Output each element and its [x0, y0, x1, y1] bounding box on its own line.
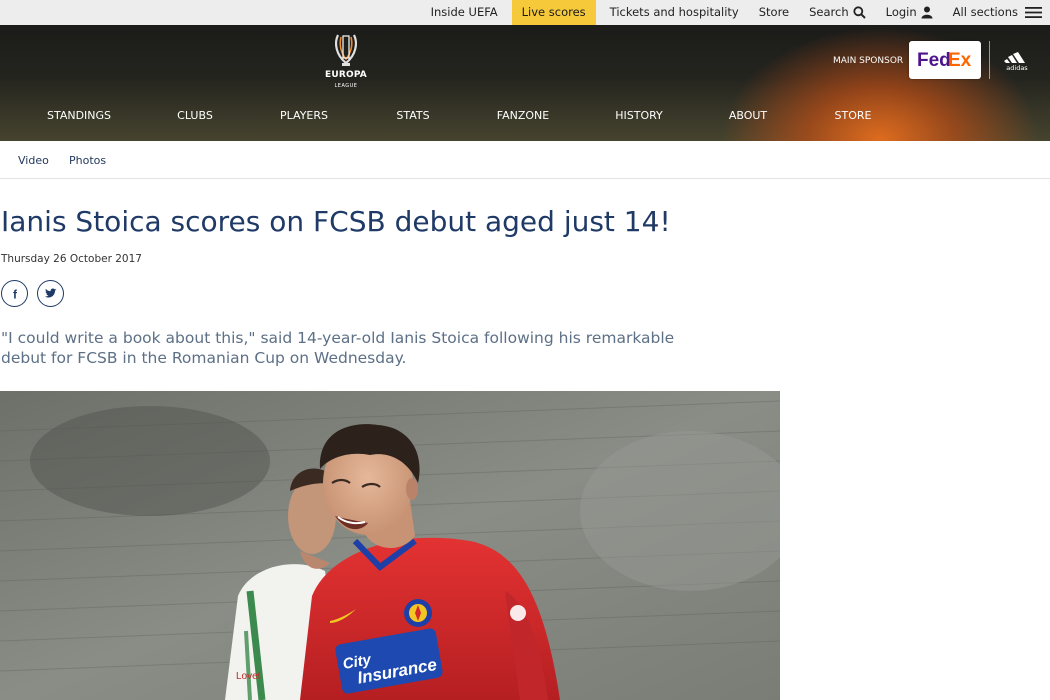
adidas-text: adidas — [1006, 64, 1028, 71]
all-sections-label: All sections — [952, 5, 1018, 19]
subnav-video[interactable]: Video — [18, 154, 49, 167]
europa-league-logo[interactable]: EUROPA LEAGUE — [323, 33, 369, 93]
inside-uefa-label: Inside UEFA — [430, 5, 498, 19]
subnav-photos[interactable]: Photos — [69, 154, 106, 167]
nav-fanzone[interactable]: FANZONE — [497, 109, 549, 122]
main-sponsor-label: MAIN SPONSOR — [833, 56, 904, 66]
live-scores-label: Live scores — [521, 5, 586, 19]
inside-uefa-link[interactable]: Inside UEFA — [421, 0, 508, 25]
nav-clubs[interactable]: CLUBS — [177, 109, 213, 122]
store-label: Store — [758, 5, 790, 19]
sponsor-divider — [989, 41, 990, 79]
article-lead: "I could write a book about this," said … — [1, 329, 675, 367]
logo-text-europa: EUROPA — [325, 70, 367, 80]
hamburger-menu-icon — [1025, 6, 1042, 19]
nav-stats[interactable]: STATS — [396, 109, 429, 122]
fedex-logo[interactable]: Fed Ex — [909, 41, 981, 79]
trophy-icon — [335, 34, 357, 66]
facebook-share-button[interactable]: f — [1, 280, 28, 307]
article-photo: Lovet City Insurance — [0, 391, 780, 700]
user-icon — [921, 6, 933, 19]
tickets-link[interactable]: Tickets and hospitality — [600, 0, 749, 25]
search-button[interactable]: Search — [799, 0, 876, 25]
twitter-share-button[interactable] — [37, 280, 64, 307]
live-scores-link[interactable]: Live scores — [511, 0, 596, 25]
logo-text-league: LEAGUE — [334, 83, 358, 89]
utility-bar: Inside UEFA Live scores Tickets and hosp… — [0, 0, 1050, 25]
fedex-fed-text: Fed — [917, 50, 951, 71]
svg-text:f: f — [13, 288, 18, 300]
search-label: Search — [809, 5, 849, 19]
twitter-icon — [44, 288, 56, 298]
nav-history[interactable]: HISTORY — [615, 109, 663, 122]
utility-links: Inside UEFA Live scores Tickets and hosp… — [421, 0, 1042, 25]
nav-store[interactable]: STORE — [835, 109, 872, 122]
facebook-icon: f — [13, 288, 18, 300]
login-label: Login — [885, 5, 917, 19]
login-button[interactable]: Login — [876, 0, 943, 25]
tickets-label: Tickets and hospitality — [609, 5, 739, 19]
store-link[interactable]: Store — [749, 0, 799, 25]
main-nav: STANDINGS CLUBS PLAYERS STATS FANZONE HI… — [0, 109, 900, 125]
article-date: Thursday 26 October 2017 — [1, 253, 142, 265]
sub-nav: Video Photos — [0, 141, 1050, 179]
article-title: Ianis Stoica scores on FCSB debut aged j… — [1, 205, 671, 238]
adidas-logo[interactable]: adidas — [998, 49, 1036, 72]
all-sections-button[interactable]: All sections — [943, 0, 1042, 25]
nav-about[interactable]: ABOUT — [729, 109, 767, 122]
opponent-shirt-text: Lovet — [236, 671, 261, 682]
nav-standings[interactable]: STANDINGS — [47, 109, 111, 122]
site-header: EUROPA LEAGUE STANDINGS CLUBS PLAYERS ST… — [0, 25, 1050, 141]
nav-players[interactable]: PLAYERS — [280, 109, 328, 122]
search-icon — [853, 6, 866, 19]
fedex-ex-text: Ex — [948, 50, 972, 71]
